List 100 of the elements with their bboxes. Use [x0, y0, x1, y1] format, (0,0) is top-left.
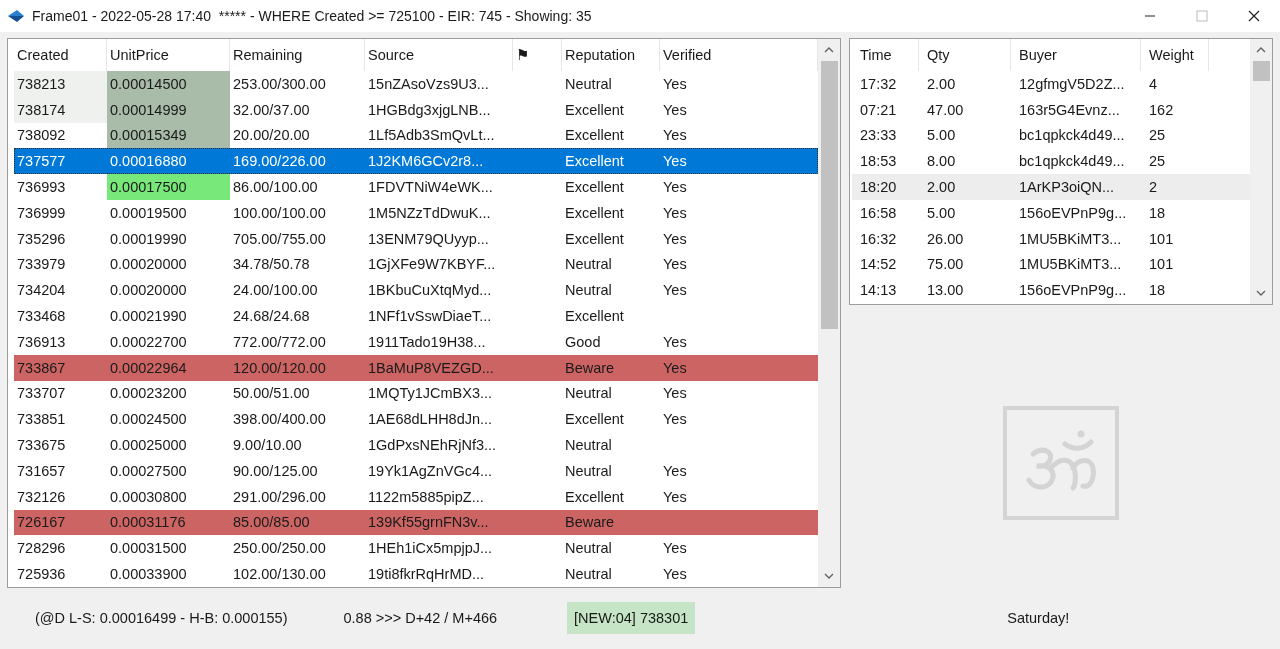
table-cell-text: Excellent — [564, 152, 625, 172]
table-cell-text: 1FDVTNiW4eWK... — [367, 178, 494, 198]
scrollbar-thumb[interactable] — [1252, 61, 1270, 81]
table-cell-text: 734204 — [16, 281, 67, 301]
trade-row[interactable]: 23:33 5.00 bc1qpkck4d49... 25 — [852, 122, 1250, 149]
table-cell-text: Yes — [662, 178, 688, 198]
table-cell: 0.00017500 — [107, 174, 230, 200]
column-header[interactable]: Time — [852, 39, 919, 71]
table-cell-text: 50.00/51.00 — [232, 384, 311, 404]
app-icon — [8, 8, 24, 24]
table-cell-text: 0.00031176 — [109, 513, 187, 533]
order-row[interactable]: 735296 0.00019990 705.00/755.00 13ENM79QUyyp... Excellent Yes — [14, 225, 818, 252]
trade-row[interactable]: 18:20 2.00 1ArKP3oiQN... 2 — [852, 174, 1250, 200]
table-cell-text: 101 — [1148, 255, 1175, 275]
vertical-scrollbar[interactable] — [1250, 39, 1272, 304]
table-cell-text: 5.00 — [926, 126, 957, 146]
table-cell-text: 735296 — [16, 229, 67, 249]
order-row[interactable]: 728296 0.00031500 250.00/250.00 1HEh1iCx5mpjpJ... Neutral Yes — [14, 535, 818, 562]
table-cell-text: 13ENM79QUyyp... — [367, 229, 490, 249]
table-cell-text: 0.00033900 — [109, 565, 188, 585]
order-row[interactable]: 733675 0.00025000 9.00/10.00 1GdPxsNEhRjNf3... Neutral — [14, 432, 818, 458]
ratio-text: 0.88 >>> D+42 / M+466 — [343, 610, 498, 626]
table-cell-text: 1ArKP3oiQN... — [1018, 178, 1116, 198]
scroll-up-icon[interactable] — [1256, 47, 1266, 53]
table-cell-text: 26.00 — [926, 229, 965, 249]
scroll-up-icon[interactable] — [824, 47, 834, 53]
order-row[interactable]: 736913 0.00022700 772.00/772.00 1911Tado19H38... Good Yes — [14, 328, 818, 355]
table-cell-text: 20.00/20.00 — [232, 126, 311, 146]
order-row[interactable]: 733468 0.00021990 24.68/24.68 1NFf1vSswDiaeT... Excellent — [14, 303, 818, 329]
column-header[interactable]: Buyer — [1011, 39, 1141, 71]
order-row[interactable]: 733851 0.00024500 398.00/400.00 1AE68dLHH8dJn... Excellent Yes — [14, 406, 818, 433]
order-row[interactable]: 725936 0.00033900 102.00/130.00 19ti8fkrRqHrMD... Neutral Yes — [14, 561, 818, 587]
table-cell-text: 738092 — [16, 126, 67, 146]
column-header[interactable]: Source — [365, 39, 513, 71]
order-row[interactable]: 733979 0.00020000 34.78/50.78 1GjXFe9W7KBYF... Neutral Yes — [14, 251, 818, 278]
table-cell-text: 772.00/772.00 — [232, 332, 327, 352]
table-cell-text: 1MU5BKiMT3... — [1018, 255, 1123, 275]
order-row[interactable]: 731657 0.00027500 90.00/125.00 19Yk1AgZnVGc4... Neutral Yes — [14, 457, 818, 484]
column-header[interactable]: Remaining — [230, 39, 365, 71]
trade-row[interactable]: 18:53 8.00 bc1qpkck4d49... 25 — [852, 148, 1250, 175]
trade-row[interactable]: 07:21 47.00 163r5G4Evnz... 162 — [852, 96, 1250, 123]
table-cell-text: 705.00/755.00 — [232, 229, 327, 249]
om-symbol-icon — [1003, 405, 1119, 520]
table-cell-text: 250.00/250.00 — [232, 539, 327, 559]
day-text: Saturday! — [1007, 610, 1070, 626]
table-cell-text: 24.00/100.00 — [232, 281, 319, 301]
trade-row[interactable]: 14:52 75.00 1MU5BKiMT3... 101 — [852, 251, 1250, 278]
order-row[interactable]: 733707 0.00023200 50.00/51.00 1MQTy1JCmBX3... Neutral Yes — [14, 380, 818, 407]
trade-row[interactable]: 16:58 5.00 156oEVPnP9g... 18 — [852, 200, 1250, 226]
trade-row[interactable]: 14:13 13.00 156oEVPnP9g... 18 — [852, 277, 1250, 304]
trade-row[interactable]: 16:32 26.00 1MU5BKiMT3... 101 — [852, 225, 1250, 252]
table-cell-text: Excellent — [564, 178, 625, 198]
scroll-down-icon[interactable] — [824, 573, 834, 579]
vertical-scrollbar[interactable] — [818, 39, 840, 587]
order-row[interactable]: 737577 0.00016880 169.00/226.00 1J2KM6GCv2r8... Excellent Yes — [14, 148, 818, 175]
table-cell-text: 23:33 — [859, 126, 898, 146]
order-row[interactable]: 736999 0.00019500 100.00/100.00 1M5NZzTdDwuK... Excellent Yes — [14, 200, 818, 226]
order-row[interactable]: 738174 0.00014999 32.00/37.00 1HGBdg3xjgLNB... Excellent Yes — [14, 96, 818, 123]
table-cell-text: bc1qpkck4d49... — [1018, 152, 1126, 172]
table-cell-text: 0.00021990 — [109, 307, 188, 327]
table-cell-text: 736993 — [16, 178, 67, 198]
table-cell-text: 1BKbuCuXtqMyd... — [367, 281, 493, 301]
table-cell-text: 139Kf55grnFN3v... — [367, 513, 490, 533]
table-cell-text: Yes — [662, 332, 688, 352]
table-cell-text: 732126 — [16, 487, 67, 507]
table-cell-text: 5.00 — [926, 203, 957, 223]
order-row[interactable]: 732126 0.00030800 291.00/296.00 1122m5885pipZ... Excellent Yes — [14, 483, 818, 510]
trade-row[interactable]: 17:32 2.00 12gfmgV5D2Z... 4 — [852, 71, 1250, 97]
table-cell-text: 14:13 — [859, 281, 898, 301]
order-row[interactable]: 736993 0.00017500 86.00/100.00 1FDVTNiW4eWK... Excellent Yes — [14, 174, 818, 200]
column-header[interactable]: Reputation — [562, 39, 660, 71]
scroll-down-icon[interactable] — [1256, 290, 1266, 296]
table-cell-text: Neutral — [564, 436, 613, 456]
table-cell-text: Yes — [662, 255, 688, 275]
scrollbar-thumb[interactable] — [820, 61, 838, 329]
table-cell-text: 14:52 — [859, 255, 898, 275]
table-cell-text: 8.00 — [926, 152, 957, 172]
table-cell-text: 19Yk1AgZnVGc4... — [367, 461, 494, 481]
table-cell-text: Excellent — [564, 203, 625, 223]
table-cell-text: Yes — [662, 203, 688, 223]
table-cell-text: Beware — [564, 358, 616, 378]
table-cell-text: 1MQTy1JCmBX3... — [367, 384, 494, 404]
table-cell: 0.00014500 — [107, 71, 230, 97]
column-header[interactable]: ⚑ — [513, 39, 562, 71]
table-cell-text: 733979 — [16, 255, 67, 275]
table-cell-text: 731657 — [16, 461, 67, 481]
order-row[interactable]: 726167 0.00031176 85.00/85.00 139Kf55grnFN3v... Beware — [14, 509, 818, 536]
order-row[interactable]: 738092 0.00015349 20.00/20.00 1Lf5Adb3SmQvLt... Excellent Yes — [14, 122, 818, 149]
table-cell-text: Neutral — [564, 281, 613, 301]
table-cell-text: 733867 — [16, 358, 67, 378]
table-cell-text: 728296 — [16, 539, 67, 559]
table-cell-text: Yes — [662, 461, 688, 481]
column-header[interactable]: Qty — [919, 39, 1011, 71]
table-cell-text: 19ti8fkrRqHrMD... — [367, 565, 486, 585]
table-cell: 738213 — [14, 71, 107, 97]
order-row[interactable]: 738213 0.00014500 253.00/300.00 15nZAsoVzs9U3... Neutral Yes — [14, 71, 818, 97]
order-row[interactable]: 734204 0.00020000 24.00/100.00 1BKbuCuXtqMyd... Neutral Yes — [14, 277, 818, 304]
table-cell: 738174 — [14, 96, 107, 123]
order-row[interactable]: 733867 0.00022964 120.00/120.00 1BaMuP8VEZGD... Beware Yes — [14, 354, 818, 381]
column-header[interactable]: Weight — [1141, 39, 1209, 71]
